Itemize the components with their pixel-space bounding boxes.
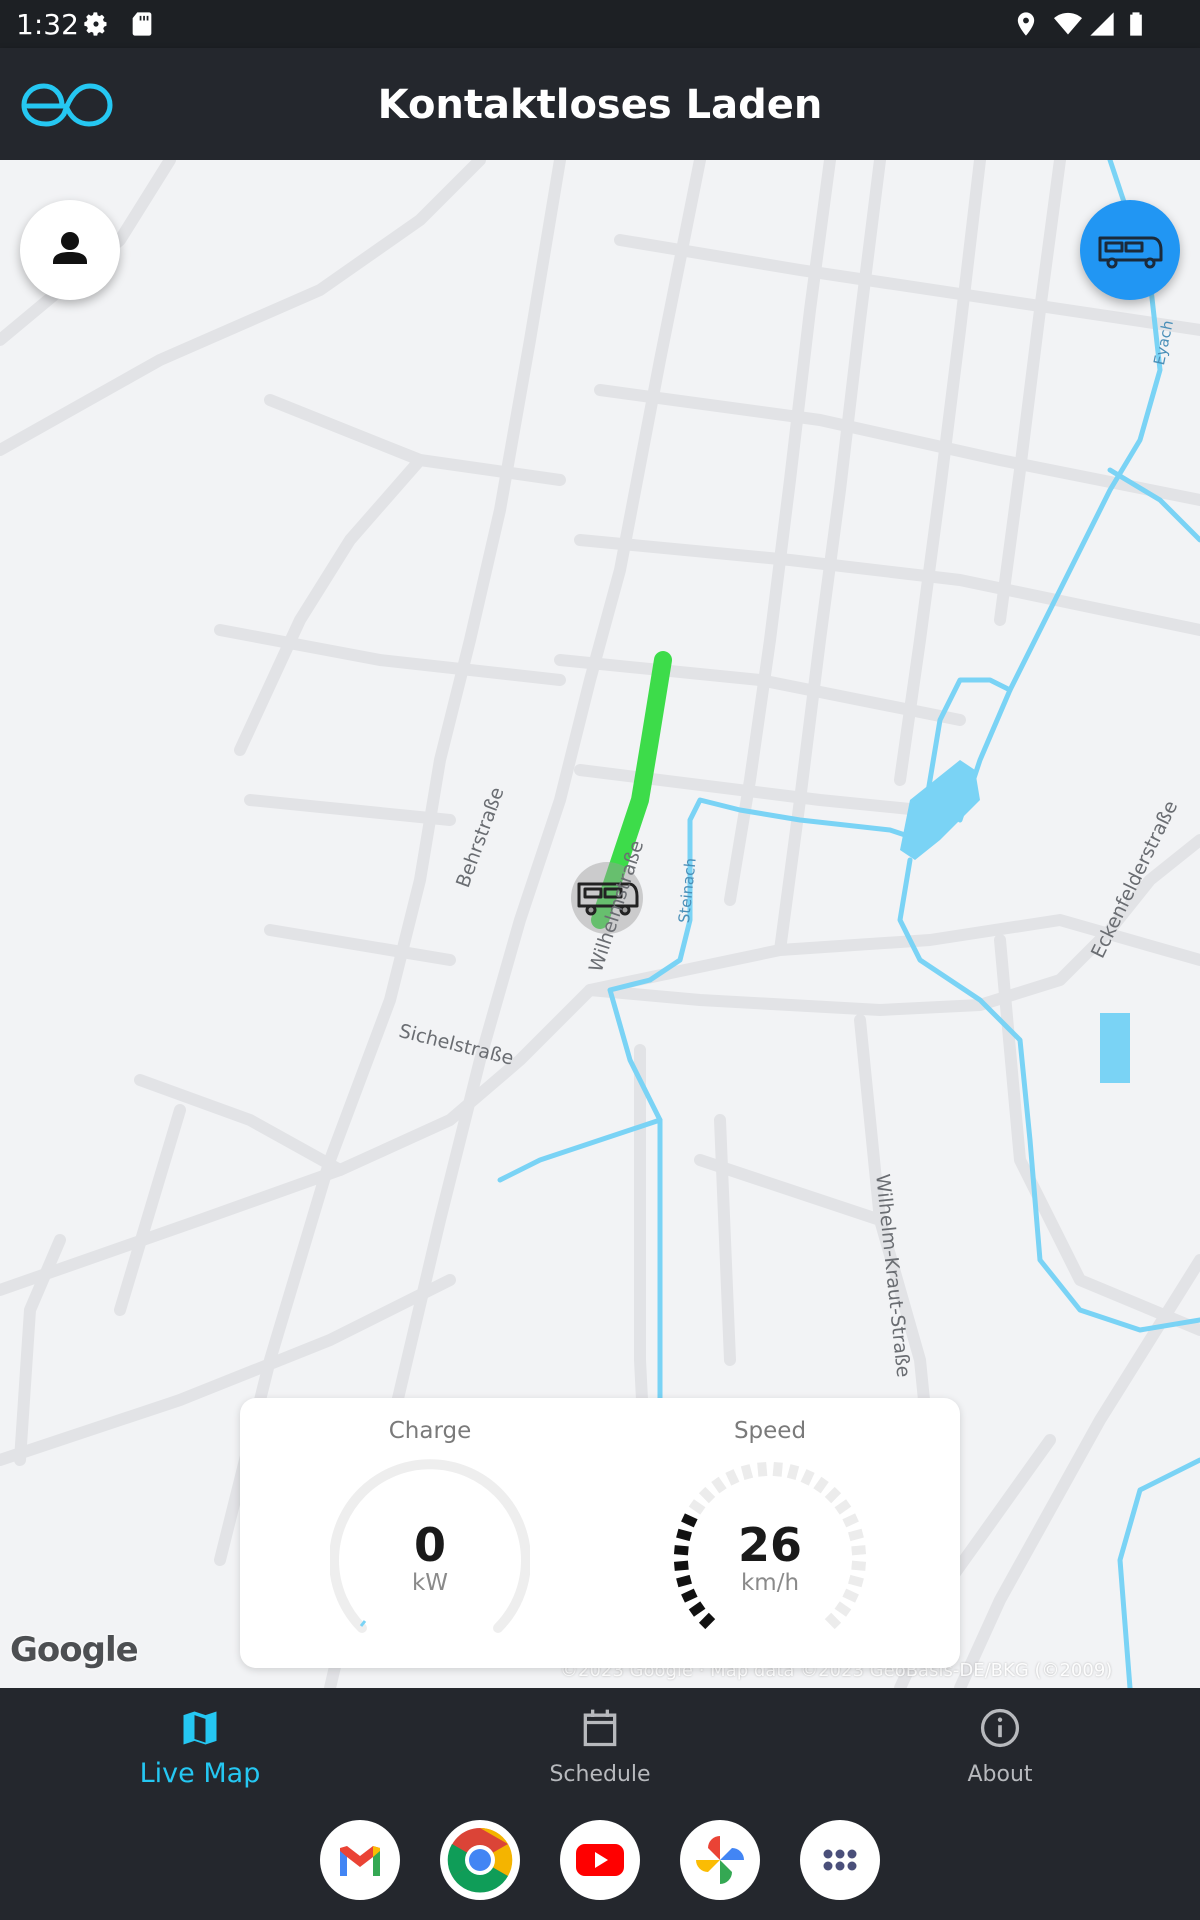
settings-icon xyxy=(84,12,107,36)
speed-dial-tick xyxy=(813,1476,829,1494)
charge-unit: kW xyxy=(411,1570,449,1596)
speed-dial-tick xyxy=(725,1469,740,1486)
nav-label-live-map: Live Map xyxy=(139,1758,261,1789)
telemetry-card: Charge 0 kW Speed 26 km/h xyxy=(240,1398,960,1668)
speed-unit: km/h xyxy=(740,1570,800,1596)
app-bar: Kontaktloses Laden xyxy=(0,48,1200,160)
speed-dial-tick-filled xyxy=(698,1612,716,1630)
map-icon xyxy=(183,1711,217,1745)
signal-icon xyxy=(1090,12,1114,36)
location-icon xyxy=(1017,12,1035,36)
photos-app[interactable] xyxy=(680,1820,760,1900)
charge-gauge: Charge 0 kW xyxy=(280,1398,580,1668)
profile-button[interactable] xyxy=(20,200,120,300)
speed-value: 26 xyxy=(737,1518,802,1572)
sd-card-icon xyxy=(132,12,152,36)
chrome-app[interactable] xyxy=(440,1820,520,1900)
speed-dial-tick-filled xyxy=(688,1601,706,1617)
speed-dial-tick xyxy=(834,1499,852,1515)
bus-icon xyxy=(1098,236,1163,269)
speed-dial-tick xyxy=(698,1486,716,1504)
calendar-icon xyxy=(583,1709,617,1747)
speed-dial-tick xyxy=(772,1461,783,1477)
info-icon xyxy=(980,1708,1020,1748)
nav-label-about: About xyxy=(967,1762,1033,1787)
charge-label: Charge xyxy=(388,1418,472,1444)
speed-dial-tick xyxy=(800,1469,815,1486)
status-bar: 1:32 xyxy=(0,0,1200,48)
status-time: 1:32 xyxy=(16,8,79,41)
vehicle-select-button[interactable] xyxy=(1080,200,1180,300)
speed-dial-tick xyxy=(834,1601,852,1617)
basin xyxy=(1100,1013,1130,1083)
gmail-icon xyxy=(340,1846,380,1876)
speed-dial-tick xyxy=(688,1499,706,1515)
nav-label-schedule: Schedule xyxy=(549,1762,651,1787)
google-logo: Google xyxy=(10,1630,139,1670)
wifi-icon xyxy=(1054,12,1082,35)
pond xyxy=(900,760,980,860)
charge-value: 0 xyxy=(413,1518,446,1572)
speed-dial-tick xyxy=(740,1464,754,1480)
nav-live-map[interactable]: Live Map xyxy=(0,1688,400,1810)
bottom-navigation: Live Map Schedule About xyxy=(0,1688,1200,1810)
speed-gauge: Speed 26 km/h xyxy=(620,1398,920,1668)
speed-dial-tick xyxy=(824,1612,842,1630)
page-title: Kontaktloses Laden xyxy=(377,82,823,128)
photos-icon xyxy=(696,1836,744,1884)
battery-icon xyxy=(1130,12,1142,36)
youtube-app[interactable] xyxy=(560,1820,640,1900)
app-drawer[interactable] xyxy=(800,1820,880,1900)
system-dock xyxy=(0,1810,1200,1920)
speed-dial-tick xyxy=(824,1486,842,1504)
speed-dial-tick xyxy=(786,1464,800,1480)
youtube-icon xyxy=(576,1844,624,1876)
app-drawer-icon xyxy=(823,1849,857,1871)
nav-schedule[interactable]: Schedule xyxy=(400,1688,800,1810)
nav-about[interactable]: About xyxy=(800,1688,1200,1810)
speed-dial-tick xyxy=(757,1461,768,1477)
gmail-app[interactable] xyxy=(320,1820,400,1900)
person-icon xyxy=(53,232,87,264)
chrome-icon xyxy=(447,1827,513,1893)
speed-dial-tick xyxy=(711,1476,727,1494)
speed-label: Speed xyxy=(733,1418,807,1444)
